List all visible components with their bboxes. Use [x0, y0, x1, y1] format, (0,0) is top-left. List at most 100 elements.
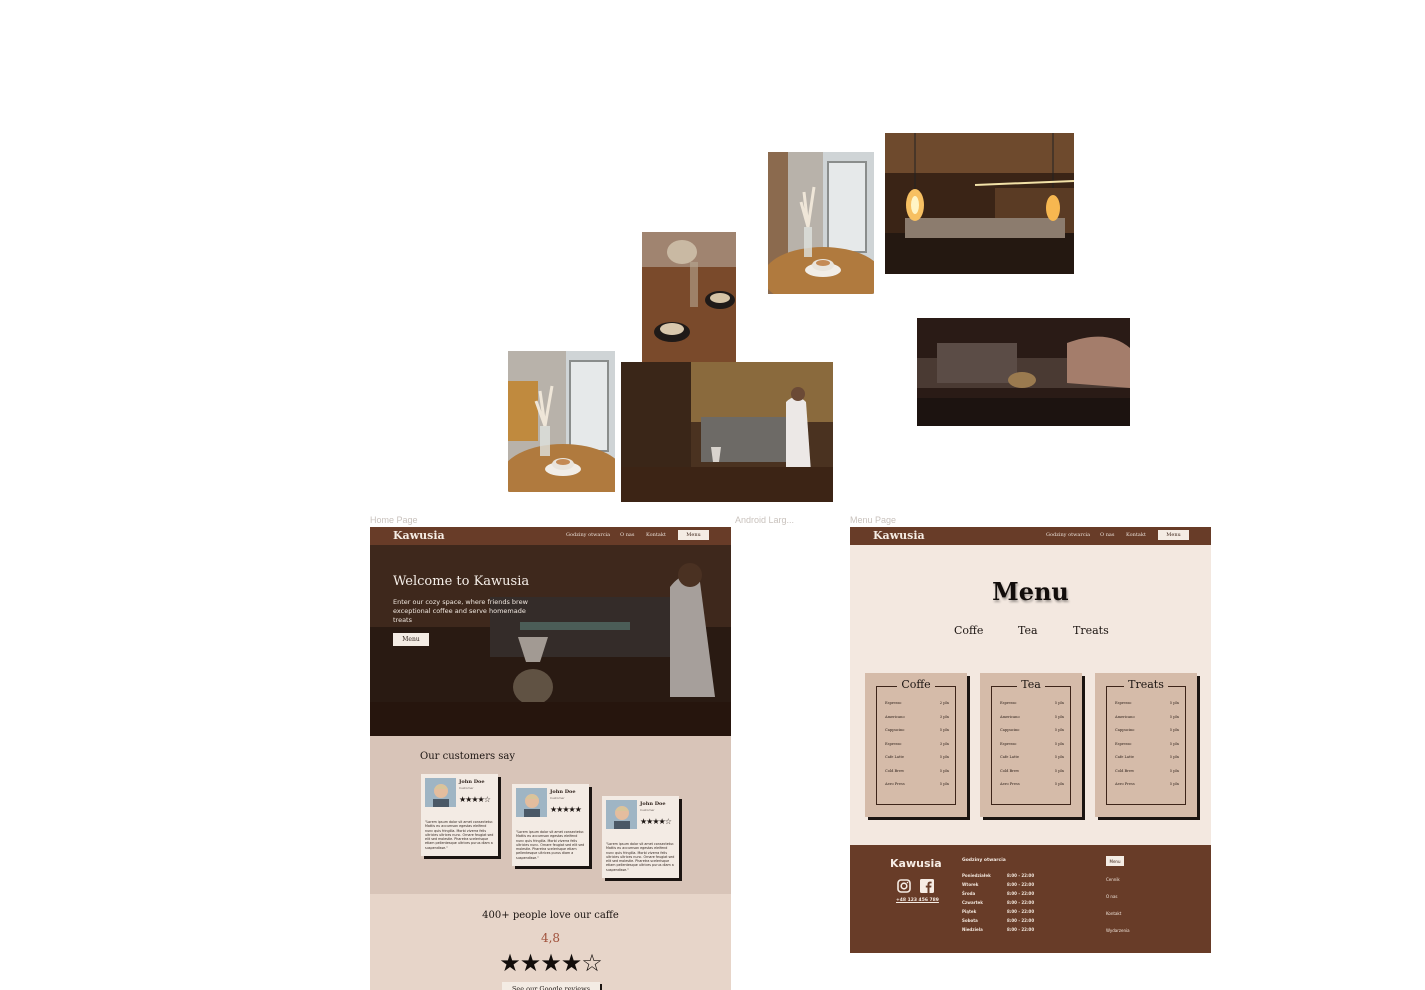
cafe-table-photo-top [768, 152, 874, 294]
menu-item-name: Cold Brew [1115, 769, 1135, 773]
bar-interior-photo [885, 133, 1074, 274]
menu-item: Cold Brew 5 pln [1115, 769, 1179, 773]
menu-item-price: 5 pln [1054, 742, 1064, 746]
review-text: "Lorem ipsum dolor sit amet consectetur.… [606, 842, 675, 872]
top-nav: Kawusia Godziny otwarcia O nas Kontakt M… [850, 527, 1211, 545]
footer-link-prices[interactable]: Cennik [1106, 877, 1120, 882]
menu-item: Espresso 5 pln [1000, 701, 1064, 705]
menu-item-price: 5 pln [1169, 715, 1179, 719]
menu-item-name: Cafe Latte [885, 755, 905, 759]
menu-item-name: Cold Brew [1000, 769, 1020, 773]
menu-item-name: Aero Press [885, 782, 905, 786]
menu-item: Americano 3 pln [885, 715, 949, 719]
rating-score: 4,8 [540, 931, 561, 945]
tab-treats[interactable]: Treats [1073, 624, 1109, 637]
menu-item-price: 3 pln [939, 715, 949, 719]
hours-time: 8:00 - 22:00 [1007, 900, 1035, 905]
hours-time: 8:00 - 22:00 [1007, 882, 1035, 887]
reviewer-name: John Doe [459, 779, 485, 785]
menu-item-price: 5 pln [939, 728, 949, 732]
menu-item-name: Cafe Latte [1115, 755, 1135, 759]
nav-link-contact[interactable]: Kontakt [646, 532, 666, 538]
avatar [516, 788, 547, 817]
reviewer-role: Customer [550, 796, 565, 800]
menu-item: Cafe Latte 5 pln [1000, 755, 1064, 759]
review-card: John Doe Customer ★★★★☆ "Lorem ipsum dol… [421, 774, 498, 856]
hours-time: 8:00 - 22:00 [1007, 873, 1035, 878]
facebook-icon[interactable] [920, 878, 934, 893]
menu-item-price: 5 pln [1169, 755, 1179, 759]
nav-link-about[interactable]: O nas [620, 532, 634, 538]
nav-link-contact[interactable]: Kontakt [1126, 532, 1146, 538]
hours-time: 8:00 - 22:00 [1007, 891, 1035, 896]
menu-item-price: 5 pln [1169, 782, 1179, 786]
menu-item: Espresso 5 pln [1000, 742, 1064, 746]
rating-stars: ★★★★☆ [499, 949, 603, 977]
android-frame-label: Android Larg... [735, 515, 795, 525]
hours-day: Niedziela [962, 927, 983, 932]
avatar [425, 778, 456, 807]
menu-card-coffe: Coffe Espresso 2 pln Americano 3 pln Cappu… [865, 673, 967, 817]
brand-logo[interactable]: Kawusia [393, 529, 445, 542]
menu-item-name: Aero Press [1000, 782, 1020, 786]
menu-item-name: Americano [885, 715, 905, 719]
menu-item-name: Americano [1115, 715, 1135, 719]
menu-card-title: Treats [1095, 678, 1197, 691]
tab-coffe[interactable]: Coffe [954, 624, 983, 637]
menu-card-title: Coffe [865, 678, 967, 691]
footer-link-about[interactable]: O nas [1106, 894, 1118, 899]
nav-link-hours[interactable]: Godziny otwarcia [566, 532, 610, 538]
nav-link-hours[interactable]: Godziny otwarcia [1046, 532, 1090, 538]
menu-item-price: 2 pln [939, 701, 949, 705]
menu-item-price: 5 pln [1169, 728, 1179, 732]
footer-link-events[interactable]: Wydarzenia [1106, 928, 1130, 933]
hours-day: Wtorek [962, 882, 979, 887]
review-text: "Lorem ipsum dolor sit amet consectetur.… [425, 820, 494, 850]
menu-item: Cappucino 5 pln [885, 728, 949, 732]
menu-item-name: Cafe Latte [1000, 755, 1020, 759]
menu-item-name: Espresso [885, 701, 902, 705]
footer-menu-button[interactable]: Menu [1106, 856, 1124, 866]
menu-item: Espresso 5 pln [1115, 742, 1179, 746]
menu-card-title: Tea [980, 678, 1082, 691]
cafe-table-photo-bottom [508, 351, 615, 492]
menu-item: Espresso 3 pln [885, 742, 949, 746]
footer-phone[interactable]: +48 123 456 789 [896, 898, 939, 903]
menu-item: Espresso 5 pln [1115, 701, 1179, 705]
barista-photo [621, 362, 833, 502]
menu-item: Aero Press 5 pln [1000, 782, 1064, 786]
star-rating: ★★★★★ [550, 805, 582, 814]
menu-item: Cappucino 5 pln [1000, 728, 1064, 732]
menu-card-treats: Treats Espresso 5 pln Americano 5 pln Capp… [1095, 673, 1197, 817]
menu-item-price: 5 pln [1054, 701, 1064, 705]
menu-item-price: 5 pln [1054, 728, 1064, 732]
nav-menu-button[interactable]: Menu [1158, 530, 1189, 540]
footer-link-contact[interactable]: Kontakt [1106, 911, 1121, 916]
google-reviews-button[interactable]: See our Google reviews [502, 982, 600, 990]
menu-item-name: Espresso [1115, 742, 1132, 746]
hours-time: 8:00 - 22:00 [1007, 927, 1035, 932]
review-card: John Doe Customer ★★★★★ "Lorem ipsum dol… [512, 784, 589, 866]
espresso-machine-photo [917, 318, 1130, 426]
menu-item-price: 5 pln [1054, 782, 1064, 786]
hours-day: Czwartek [962, 900, 983, 905]
instagram-icon[interactable] [897, 878, 911, 893]
menu-item-price: 5 pln [1054, 715, 1064, 719]
menu-item: Cold Brew 5 pln [885, 769, 949, 773]
star-rating: ★★★★☆ [640, 817, 672, 826]
home-page-frame: Kawusia Godziny otwarcia O nas Kontakt M… [370, 527, 731, 990]
menu-card-title-text: Coffe [897, 678, 935, 691]
menu-item-name: Cappucino [1115, 728, 1135, 732]
hours-time: 8:00 - 22:00 [1007, 909, 1035, 914]
menu-item-price: 5 pln [1169, 769, 1179, 773]
hero-menu-button[interactable]: Menu [393, 633, 429, 646]
rating-heading: 400+ people love our caffe [482, 910, 619, 921]
nav-link-about[interactable]: O nas [1100, 532, 1114, 538]
menu-card-tea: Tea Espresso 5 pln Americano 5 pln Cappuci… [980, 673, 1082, 817]
menu-title: Menu [992, 577, 1069, 606]
tab-tea[interactable]: Tea [1018, 624, 1038, 637]
nav-menu-button[interactable]: Menu [678, 530, 709, 540]
menu-item-name: Cappucino [1000, 728, 1020, 732]
menu-item: Cafe Latte 5 pln [885, 755, 949, 759]
brand-logo[interactable]: Kawusia [873, 529, 925, 542]
